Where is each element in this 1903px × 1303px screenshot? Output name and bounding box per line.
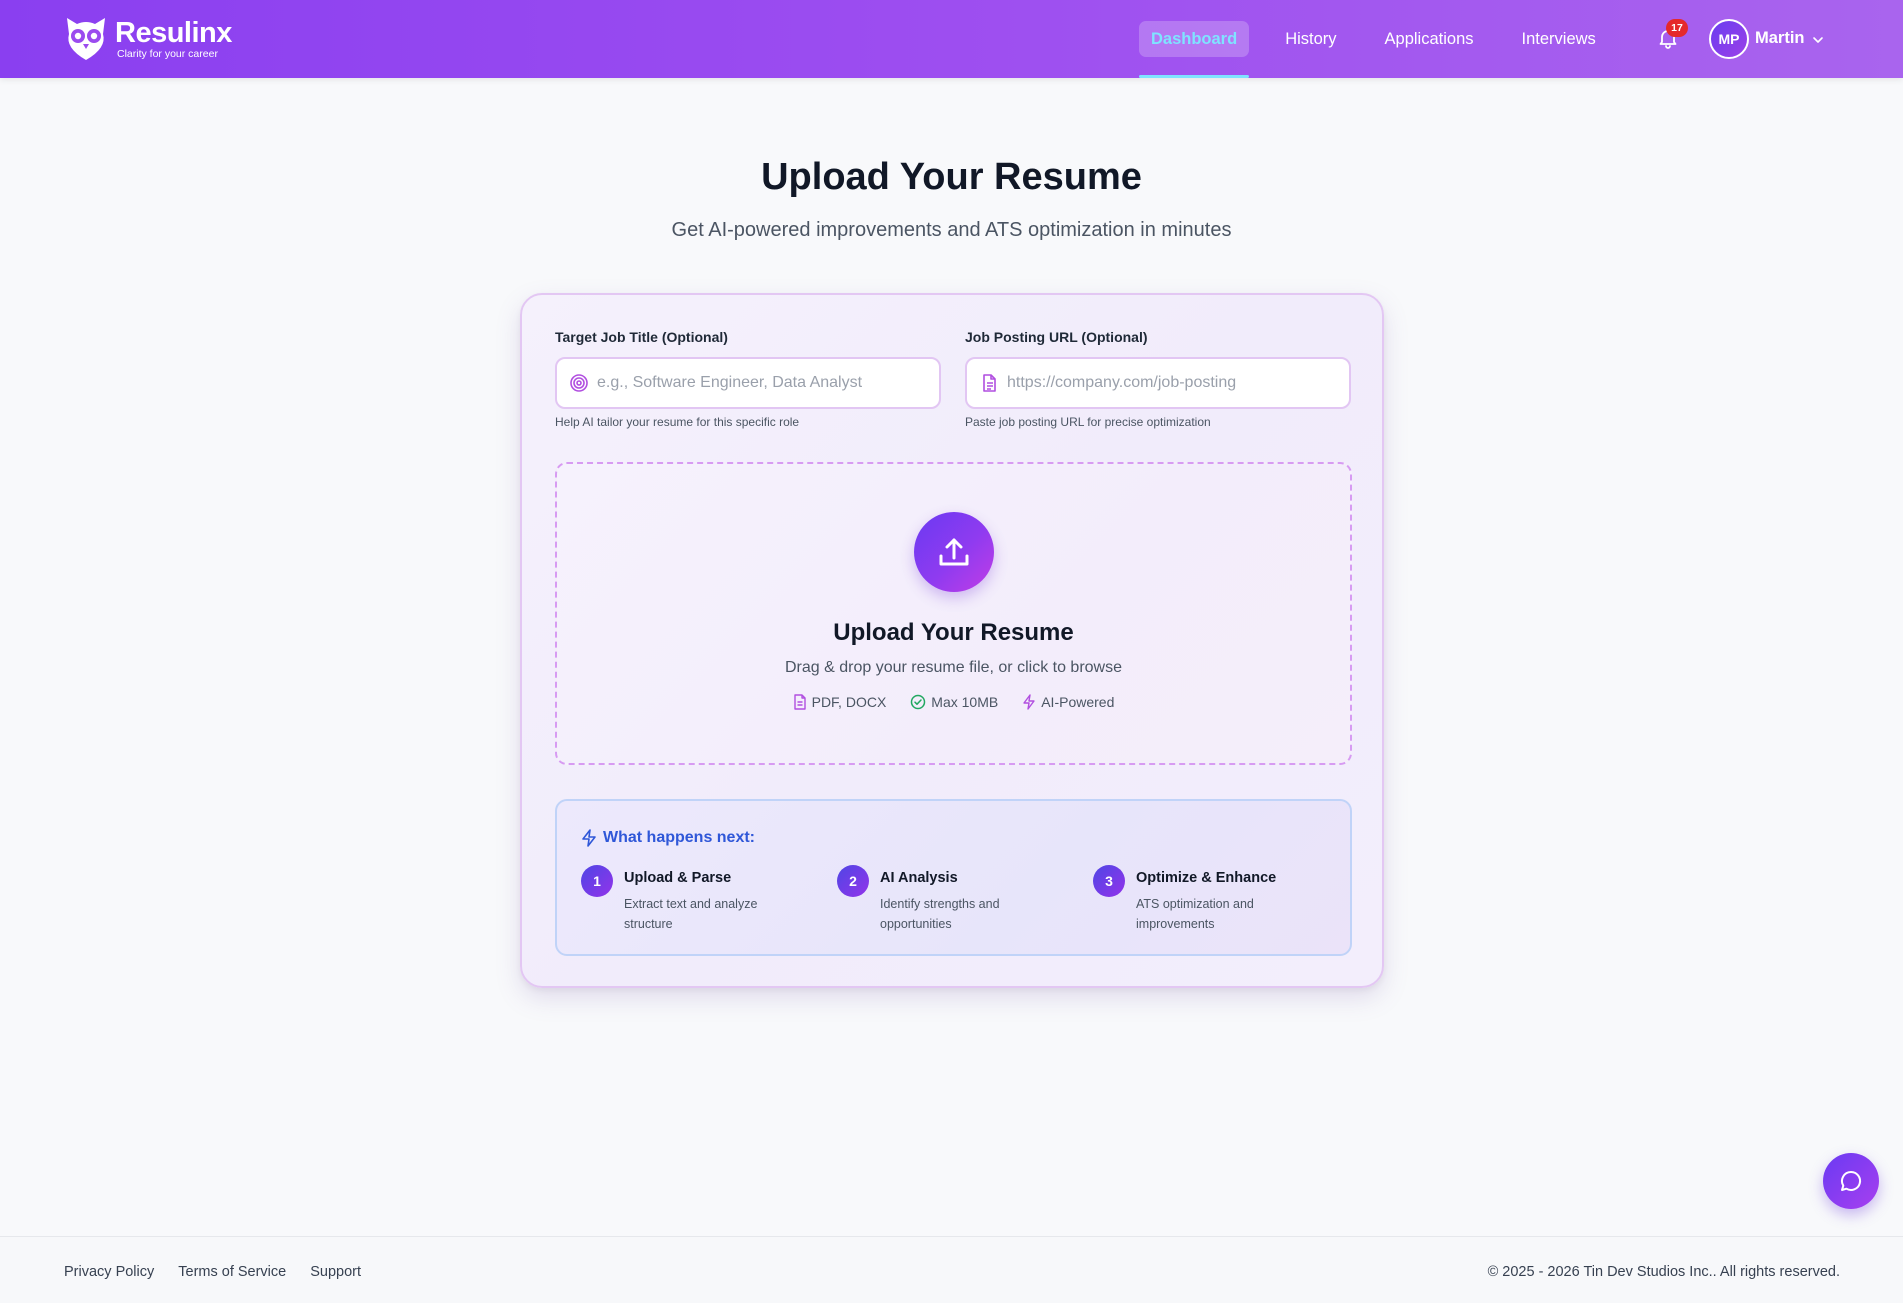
- brand-name: Resulinx: [115, 17, 232, 49]
- job-title-help: Help AI tailor your resume for this spec…: [555, 415, 800, 429]
- resume-dropzone[interactable]: Upload Your Resume Drag & drop your resu…: [555, 462, 1352, 765]
- upload-card: Target Job Title (Optional) Help AI tail…: [520, 293, 1384, 988]
- chevron-down-icon[interactable]: [1811, 33, 1825, 47]
- copyright: © 2025 - 2026 Tin Dev Studios Inc.. All …: [1487, 1264, 1840, 1280]
- check-circle-icon: [911, 694, 926, 710]
- step-title: Upload & Parse: [624, 870, 732, 886]
- step-number: 3: [1093, 865, 1125, 897]
- brand-logo[interactable]: Resulinx Clarity for your career: [63, 14, 232, 64]
- notification-badge: 17: [1666, 19, 1688, 37]
- document-icon: [983, 374, 996, 392]
- job-url-label: Job Posting URL (Optional): [965, 329, 1148, 345]
- next-steps-title: What happens next:: [581, 829, 755, 847]
- next-steps-title-text: What happens next:: [603, 829, 756, 846]
- chat-button[interactable]: [1823, 1153, 1879, 1209]
- job-title-label: Target Job Title (Optional): [555, 329, 728, 345]
- meta-size-label: Max 10MB: [931, 694, 999, 710]
- lightning-icon: [1023, 694, 1035, 710]
- file-icon: [793, 694, 806, 710]
- page-subtitle: Get AI-powered improvements and ATS opti…: [671, 219, 1232, 241]
- brand-tagline: Clarity for your career: [117, 48, 218, 60]
- step-number: 2: [837, 865, 869, 897]
- job-title-field[interactable]: [555, 357, 941, 409]
- nav-applications[interactable]: Applications: [1373, 21, 1486, 57]
- footer-link-terms[interactable]: Terms of Service: [178, 1264, 286, 1280]
- footer-link-privacy[interactable]: Privacy Policy: [64, 1264, 154, 1280]
- upload-icon: [939, 538, 969, 566]
- dropzone-subtitle: Drag & drop your resume file, or click t…: [784, 659, 1122, 676]
- top-nav-bar: Resulinx Clarity for your career Dashboa…: [0, 0, 1903, 78]
- step-description: Extract text and analyze structure: [624, 897, 758, 931]
- job-title-input[interactable]: [597, 359, 927, 407]
- avatar[interactable]: MP: [1709, 19, 1749, 59]
- meta-formats-label: PDF, DOCX: [811, 694, 887, 710]
- job-url-input[interactable]: [1007, 359, 1337, 407]
- footer: Privacy Policy Terms of Service Support …: [0, 1236, 1903, 1303]
- page-title: Upload Your Resume: [761, 156, 1142, 198]
- main-nav: Dashboard History Applications Interview…: [1139, 21, 1632, 78]
- chat-bubble-icon: [1840, 1170, 1862, 1191]
- step-title: AI Analysis: [880, 870, 958, 886]
- upload-button[interactable]: [914, 512, 994, 592]
- target-icon: [570, 374, 588, 392]
- step-description: ATS optimization and improvements: [1136, 897, 1254, 931]
- dropzone-title: Upload Your Resume: [833, 619, 1074, 646]
- meta-formats: PDF, DOCX: [793, 694, 887, 710]
- owl-logo-icon: [67, 18, 105, 60]
- nav-dashboard[interactable]: Dashboard: [1139, 21, 1250, 78]
- meta-ai: AI-Powered: [1022, 694, 1114, 710]
- nav-interviews[interactable]: Interviews: [1510, 21, 1608, 57]
- dropzone-meta: PDF, DOCX Max 10MB AI-Powered: [557, 694, 1350, 710]
- user-name[interactable]: Martin: [1755, 29, 1805, 48]
- step-description: Identify strengths and opportunities: [880, 897, 1000, 931]
- lightning-icon: [582, 829, 596, 847]
- job-url-help: Paste job posting URL for precise optimi…: [965, 415, 1211, 429]
- meta-size: Max 10MB: [910, 694, 998, 710]
- step-number: 1: [581, 865, 613, 897]
- job-url-field[interactable]: [965, 357, 1351, 409]
- nav-history[interactable]: History: [1273, 21, 1348, 57]
- next-steps-panel: What happens next: 1 Upload & Parse Extr…: [555, 799, 1352, 956]
- meta-ai-label: AI-Powered: [1041, 694, 1115, 710]
- step-title: Optimize & Enhance: [1136, 870, 1277, 886]
- footer-links: Privacy Policy Terms of Service Support: [64, 1264, 385, 1280]
- footer-link-support[interactable]: Support: [310, 1264, 361, 1280]
